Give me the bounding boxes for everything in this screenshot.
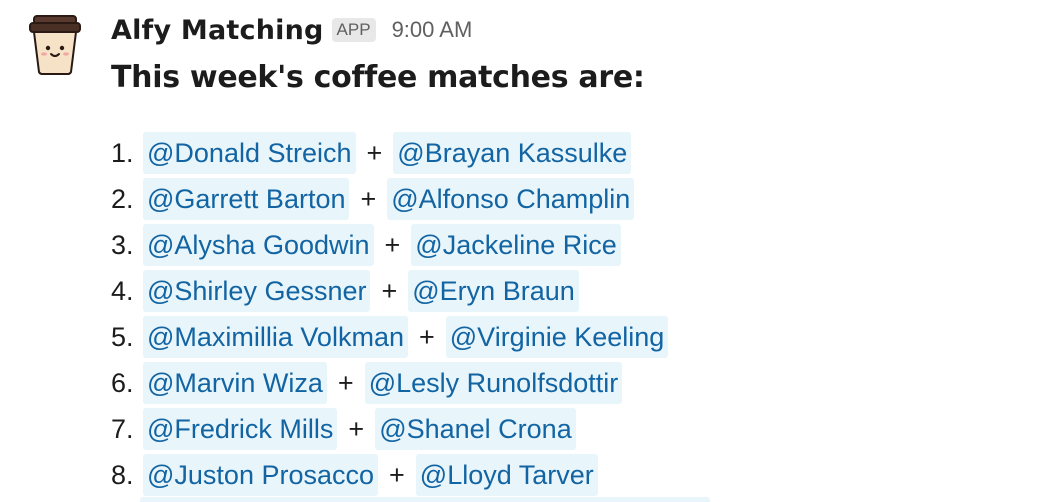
match-item: 2. @Garrett Barton + @Alfonso Champlin bbox=[111, 176, 668, 222]
message-heading: This week's coffee matches are: bbox=[111, 60, 645, 95]
match-number: 5. bbox=[111, 321, 134, 352]
plus-separator: + bbox=[348, 413, 365, 444]
plus-separator: + bbox=[366, 137, 383, 168]
match-item: 5. @Maximillia Volkman + @Virginie Keeli… bbox=[111, 314, 669, 360]
user-mention[interactable]: @Jackeline Rice bbox=[411, 224, 621, 266]
match-item: 7. @Fredrick Mills + @Shanel Crona bbox=[111, 406, 668, 452]
match-number: 7. bbox=[111, 413, 134, 444]
message-timestamp[interactable]: 9:00 AM bbox=[392, 17, 473, 43]
coffee-cup-icon[interactable] bbox=[26, 14, 84, 76]
match-item: 3. @Alysha Goodwin + @Jackeline Rice bbox=[111, 222, 668, 268]
cut-off-match-row bbox=[140, 497, 710, 502]
plus-separator: + bbox=[381, 275, 398, 306]
message-header: Alfy Matching APP 9:00 AM bbox=[111, 10, 472, 50]
chat-message: Alfy Matching APP 9:00 AM This week's co… bbox=[0, 0, 1042, 502]
match-number: 8. bbox=[111, 459, 134, 490]
user-mention[interactable]: @Maximillia Volkman bbox=[143, 316, 408, 358]
user-mention[interactable]: @Fredrick Mills bbox=[143, 408, 338, 450]
match-item: 4. @Shirley Gessner + @Eryn Braun bbox=[111, 268, 668, 314]
user-mention[interactable]: @Marvin Wiza bbox=[143, 362, 327, 404]
user-mention[interactable]: @Lloyd Tarver bbox=[415, 454, 598, 496]
plus-separator: + bbox=[337, 367, 354, 398]
match-number: 4. bbox=[111, 275, 134, 306]
user-mention[interactable]: @Alfonso Champlin bbox=[387, 178, 635, 220]
plus-separator: + bbox=[389, 459, 405, 490]
match-item: 8. @Juston Prosacco + @Lloyd Tarver bbox=[111, 452, 668, 498]
user-mention[interactable]: @Donald Streich bbox=[143, 132, 356, 174]
match-number: 1. bbox=[111, 137, 134, 168]
app-badge: APP bbox=[331, 18, 376, 42]
user-mention[interactable]: @Garrett Barton bbox=[143, 178, 350, 220]
plus-separator: + bbox=[360, 183, 377, 214]
match-number: 2. bbox=[111, 183, 134, 214]
user-mention[interactable]: @Shirley Gessner bbox=[143, 270, 371, 312]
user-mention[interactable]: @Shanel Crona bbox=[375, 408, 576, 450]
plus-separator: + bbox=[418, 321, 435, 352]
match-list: 1. @Donald Streich + @Brayan Kassulke 2.… bbox=[111, 130, 669, 498]
user-mention[interactable]: @Brayan Kassulke bbox=[393, 132, 632, 174]
user-mention[interactable]: @Lesly Runolfsdottir bbox=[364, 362, 623, 404]
user-mention[interactable]: @Virginie Keeling bbox=[445, 316, 669, 358]
user-mention[interactable]: @Alysha Goodwin bbox=[143, 224, 374, 266]
user-mention[interactable]: @Juston Prosacco bbox=[143, 454, 379, 496]
match-number: 6. bbox=[111, 367, 134, 398]
plus-separator: + bbox=[384, 229, 401, 260]
sender-name[interactable]: Alfy Matching bbox=[111, 15, 324, 46]
match-item: 6. @Marvin Wiza + @Lesly Runolfsdottir bbox=[111, 360, 668, 406]
match-item: 1. @Donald Streich + @Brayan Kassulke bbox=[111, 130, 668, 176]
match-number: 3. bbox=[111, 229, 134, 260]
user-mention[interactable]: @Eryn Braun bbox=[408, 270, 579, 312]
